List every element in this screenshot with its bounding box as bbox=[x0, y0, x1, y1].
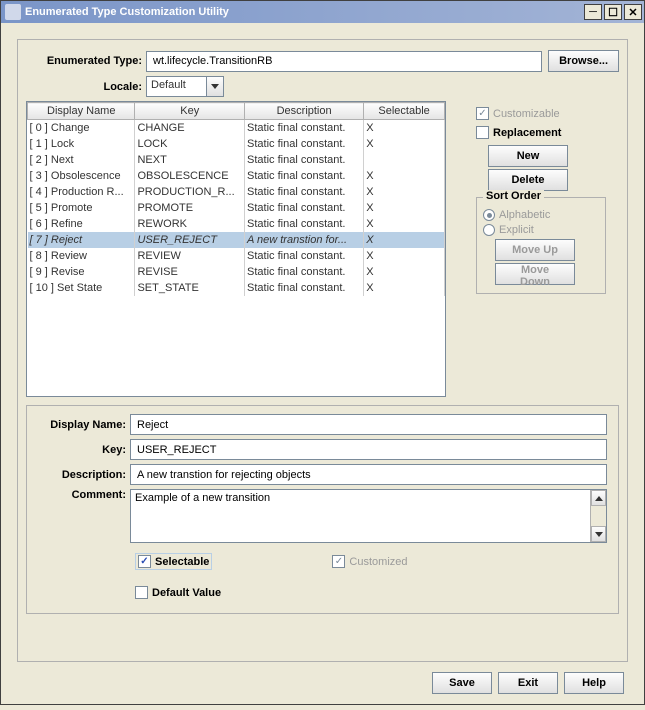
main-panel: Enumerated Type: Browse... Locale: Defau… bbox=[17, 39, 628, 662]
customizable-checkbox bbox=[476, 107, 489, 120]
enum-type-label: Enumerated Type: bbox=[26, 55, 146, 67]
table-row[interactable]: [ 1 ] LockLOCKStatic final constant.X bbox=[28, 136, 445, 152]
table-row[interactable]: [ 4 ] Production R...PRODUCTION_R...Stat… bbox=[28, 184, 445, 200]
help-button[interactable]: Help bbox=[564, 672, 624, 694]
minimize-button[interactable]: ─ bbox=[584, 4, 602, 20]
explicit-radio bbox=[483, 224, 495, 236]
java-app-icon bbox=[5, 4, 21, 20]
combo-chevron-icon[interactable] bbox=[206, 76, 224, 97]
selectable-label: Selectable bbox=[155, 556, 209, 568]
titlebar: Enumerated Type Customization Utility ─ … bbox=[1, 1, 644, 23]
move-up-button: Move Up bbox=[495, 239, 575, 261]
replacement-label: Replacement bbox=[493, 127, 561, 139]
sort-order-group: Sort Order Alphabetic Explicit Move Up M… bbox=[476, 197, 606, 294]
table-row[interactable]: [ 9 ] ReviseREVISEStatic final constant.… bbox=[28, 264, 445, 280]
textarea-scrollbar[interactable] bbox=[590, 490, 606, 542]
alphabetic-label: Alphabetic bbox=[499, 209, 550, 221]
default-value-label: Default Value bbox=[152, 587, 221, 599]
move-down-button: Move Down bbox=[495, 263, 575, 285]
save-button[interactable]: Save bbox=[432, 672, 492, 694]
locale-label: Locale: bbox=[26, 81, 146, 93]
browse-button[interactable]: Browse... bbox=[548, 50, 619, 72]
table-row[interactable]: [ 6 ] RefineREWORKStatic final constant.… bbox=[28, 216, 445, 232]
table-row[interactable]: [ 8 ] ReviewREVIEWStatic final constant.… bbox=[28, 248, 445, 264]
delete-button[interactable]: Delete bbox=[488, 169, 568, 191]
chevron-down-icon bbox=[211, 84, 219, 89]
detail-panel: Display Name: Key: Description: Comment:… bbox=[26, 405, 619, 614]
customized-label: Customized bbox=[349, 556, 407, 568]
close-button[interactable]: ✕ bbox=[624, 4, 642, 20]
sort-order-title: Sort Order bbox=[483, 190, 544, 202]
key-field[interactable] bbox=[130, 439, 607, 460]
display-name-field[interactable] bbox=[130, 414, 607, 435]
app-window: Enumerated Type Customization Utility ─ … bbox=[0, 0, 645, 705]
locale-value: Default bbox=[151, 79, 186, 91]
table-row[interactable]: [ 10 ] Set StateSET_STATEStatic final co… bbox=[28, 280, 445, 296]
new-button[interactable]: New bbox=[488, 145, 568, 167]
replacement-checkbox[interactable] bbox=[476, 126, 489, 139]
comment-textarea[interactable]: Example of a new transition bbox=[130, 489, 607, 543]
table-header[interactable]: Selectable bbox=[364, 103, 445, 120]
table-header[interactable]: Key bbox=[135, 103, 245, 120]
customizable-label: Customizable bbox=[493, 108, 560, 120]
comment-value: Example of a new transition bbox=[135, 492, 270, 504]
table-row[interactable]: [ 3 ] ObsolescenceOBSOLESCENCEStatic fin… bbox=[28, 168, 445, 184]
default-value-checkbox[interactable] bbox=[135, 586, 148, 599]
alphabetic-radio bbox=[483, 209, 495, 221]
exit-button[interactable]: Exit bbox=[498, 672, 558, 694]
description-label: Description: bbox=[35, 469, 130, 481]
key-label: Key: bbox=[35, 444, 130, 456]
scroll-down-icon[interactable] bbox=[591, 526, 606, 542]
side-panel: Customizable Replacement New Delete Sort… bbox=[476, 101, 606, 397]
table-row[interactable]: [ 5 ] PromotePROMOTEStatic final constan… bbox=[28, 200, 445, 216]
window-title: Enumerated Type Customization Utility bbox=[25, 6, 582, 18]
footer-buttons: Save Exit Help bbox=[17, 672, 628, 694]
chevron-up-icon bbox=[595, 496, 603, 501]
enum-table[interactable]: Display NameKeyDescriptionSelectable [ 0… bbox=[26, 101, 446, 397]
customized-checkbox bbox=[332, 555, 345, 568]
table-row[interactable]: [ 0 ] ChangeCHANGEStatic final constant.… bbox=[28, 120, 445, 136]
table-row[interactable]: [ 7 ] RejectUSER_REJECTA new transtion f… bbox=[28, 232, 445, 248]
maximize-button[interactable]: ☐ bbox=[604, 4, 622, 20]
locale-combo[interactable]: Default bbox=[146, 76, 224, 97]
table-header[interactable]: Description bbox=[245, 103, 364, 120]
comment-label: Comment: bbox=[35, 489, 130, 501]
chevron-down-icon bbox=[595, 532, 603, 537]
scroll-up-icon[interactable] bbox=[591, 490, 606, 506]
display-name-label: Display Name: bbox=[35, 419, 130, 431]
content-area: Enumerated Type: Browse... Locale: Defau… bbox=[1, 23, 644, 710]
table-header[interactable]: Display Name bbox=[28, 103, 135, 120]
table-row[interactable]: [ 2 ] NextNEXTStatic final constant. bbox=[28, 152, 445, 168]
selectable-checkbox[interactable] bbox=[138, 555, 151, 568]
explicit-label: Explicit bbox=[499, 224, 534, 236]
enum-type-field[interactable] bbox=[146, 51, 542, 72]
description-field[interactable] bbox=[130, 464, 607, 485]
